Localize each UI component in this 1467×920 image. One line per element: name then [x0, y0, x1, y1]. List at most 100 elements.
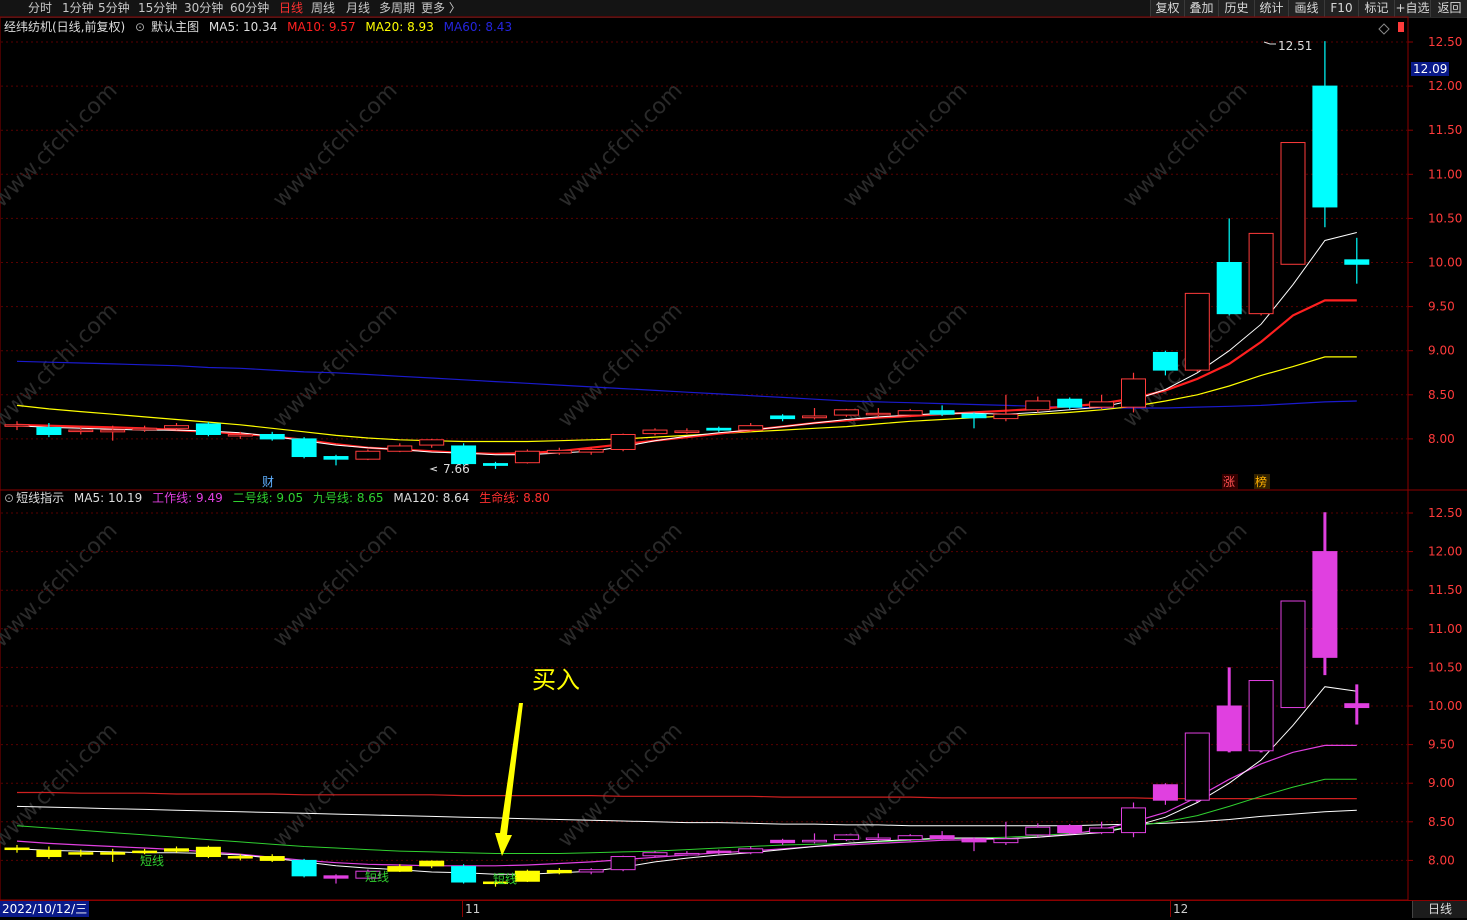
watermark-18: www.cfchi.com — [838, 718, 972, 852]
main-candle-23 — [738, 425, 764, 431]
buy-arrow — [495, 703, 523, 856]
sub-candle-0 — [4, 847, 30, 851]
sub-ma5-line — [16, 686, 1357, 875]
sub-candle-13 — [419, 860, 445, 867]
sub-tick-label-2: 11.50 — [1428, 583, 1462, 597]
sub-candle-4 — [132, 850, 158, 854]
main-panel-border — [0, 16, 1409, 491]
sub-candle-34 — [1089, 827, 1115, 834]
sub-tick-label-7: 9.00 — [1428, 776, 1455, 790]
sub-candle-37 — [1184, 732, 1210, 801]
sub-candle-22 — [706, 850, 732, 854]
main-candle-27 — [865, 412, 891, 416]
main-tick-label-4: 10.50 — [1428, 211, 1462, 225]
short-line-label-1: 短线 — [365, 870, 389, 884]
short-line-label-2: 短线 — [493, 872, 517, 886]
main-candle-38 — [1216, 262, 1242, 315]
sub-candle-42 — [1344, 703, 1370, 709]
sub-candle-14 — [451, 866, 477, 883]
sub-candle-28 — [897, 835, 923, 841]
main-candle-33 — [1057, 398, 1083, 408]
main-candle-39 — [1248, 232, 1274, 315]
sub-candle-18 — [578, 869, 604, 873]
main-ma-lines — [16, 232, 1357, 456]
main-candle-3 — [100, 429, 126, 433]
main-candle-10 — [323, 456, 349, 460]
main-candle-24 — [770, 415, 796, 420]
kline-chart[interactable]: www.cfchi.com www.cfchi.com www.cfchi.com w… — [0, 0, 1467, 919]
main-candle-34 — [1089, 401, 1115, 408]
main-candle-7 — [227, 433, 253, 437]
low-marker — [429, 466, 438, 472]
main-candle-42 — [1344, 259, 1370, 265]
high-marker — [1263, 41, 1276, 45]
sub-candle-27 — [865, 837, 891, 841]
sub-candle-30 — [961, 838, 987, 843]
main-candle-17 — [546, 449, 572, 454]
main-candle-2 — [68, 429, 94, 433]
sub-tick-label-1: 12.00 — [1428, 545, 1462, 559]
buy-label: 买入 — [532, 666, 580, 694]
main-tick-label-7: 9.00 — [1428, 344, 1455, 358]
sub-tick-label-0: 12.50 — [1428, 506, 1462, 520]
sub-candle-6 — [195, 846, 221, 858]
main-candle-37 — [1184, 292, 1210, 371]
main-tick-label-6: 9.50 — [1428, 300, 1455, 314]
watermark-4: www.cfchi.com — [1118, 78, 1252, 212]
sub-candle-35 — [1121, 807, 1146, 834]
sub-candle-19 — [610, 856, 636, 871]
sub-tick-label-9: 8.00 — [1428, 853, 1455, 867]
main-candle-9 — [291, 438, 317, 458]
diamond-icon — [1378, 23, 1390, 35]
sub-candle-29 — [929, 835, 955, 840]
sub-candle-3 — [100, 852, 126, 855]
scroll-marker — [1398, 22, 1404, 32]
main-candle-20 — [642, 429, 668, 435]
main-candle-11 — [355, 450, 381, 460]
sub-candle-17 — [546, 869, 572, 874]
main-candle-19 — [610, 433, 636, 450]
main-tick-label-9: 8.00 — [1428, 432, 1455, 446]
watermark-7: www.cfchi.com — [553, 298, 687, 432]
sub-tick-label-3: 11.00 — [1428, 622, 1462, 636]
month-tick-0: 11 — [462, 901, 480, 917]
main-candle-14 — [451, 445, 477, 465]
sub-candle-33 — [1057, 825, 1083, 834]
sub-candle-5 — [164, 848, 189, 852]
main-candle-13 — [419, 439, 445, 446]
watermark-12: www.cfchi.com — [553, 518, 687, 652]
sub-candle-2 — [68, 852, 94, 855]
watermark-11: www.cfchi.com — [268, 518, 402, 652]
watermark-1: www.cfchi.com — [268, 78, 402, 212]
sub-candle-9 — [291, 859, 317, 877]
main-candle-25 — [802, 415, 827, 419]
sub-candles — [4, 512, 1370, 887]
watermarks: www.cfchi.com www.cfchi.com www.cfchi.com w… — [0, 78, 1253, 852]
main-candle-36 — [1152, 351, 1178, 371]
main-candle-22 — [706, 427, 732, 431]
sub-candle-40 — [1280, 600, 1306, 709]
finance-marker: 财 — [262, 475, 274, 489]
sub-tick-label-8: 8.50 — [1428, 815, 1455, 829]
main-candle-12 — [387, 445, 413, 452]
watermark-14: www.cfchi.com — [1118, 518, 1252, 652]
main-candle-8 — [259, 433, 285, 440]
main-candle-32 — [1025, 400, 1051, 411]
main-candle-4 — [132, 427, 158, 431]
main-candle-18 — [578, 448, 604, 453]
high-label: 12.51 — [1278, 39, 1312, 53]
sub-candle-24 — [770, 839, 796, 844]
period-button[interactable]: 日线 — [1412, 901, 1467, 918]
sub-tick-label-5: 10.00 — [1428, 699, 1462, 713]
main-candle-30 — [961, 413, 987, 419]
sub-candle-41 — [1312, 551, 1338, 658]
main-candle-5 — [164, 425, 189, 429]
sub-candle-12 — [387, 866, 413, 872]
main-candle-41 — [1312, 85, 1338, 208]
watermark-17: www.cfchi.com — [553, 718, 687, 852]
main-tick-label-3: 11.00 — [1428, 167, 1462, 181]
cursor-date: 2022/10/12/三 — [0, 901, 90, 917]
sub-candle-8 — [259, 856, 285, 861]
main-candle-28 — [897, 410, 923, 416]
sub-candle-25 — [802, 839, 827, 843]
